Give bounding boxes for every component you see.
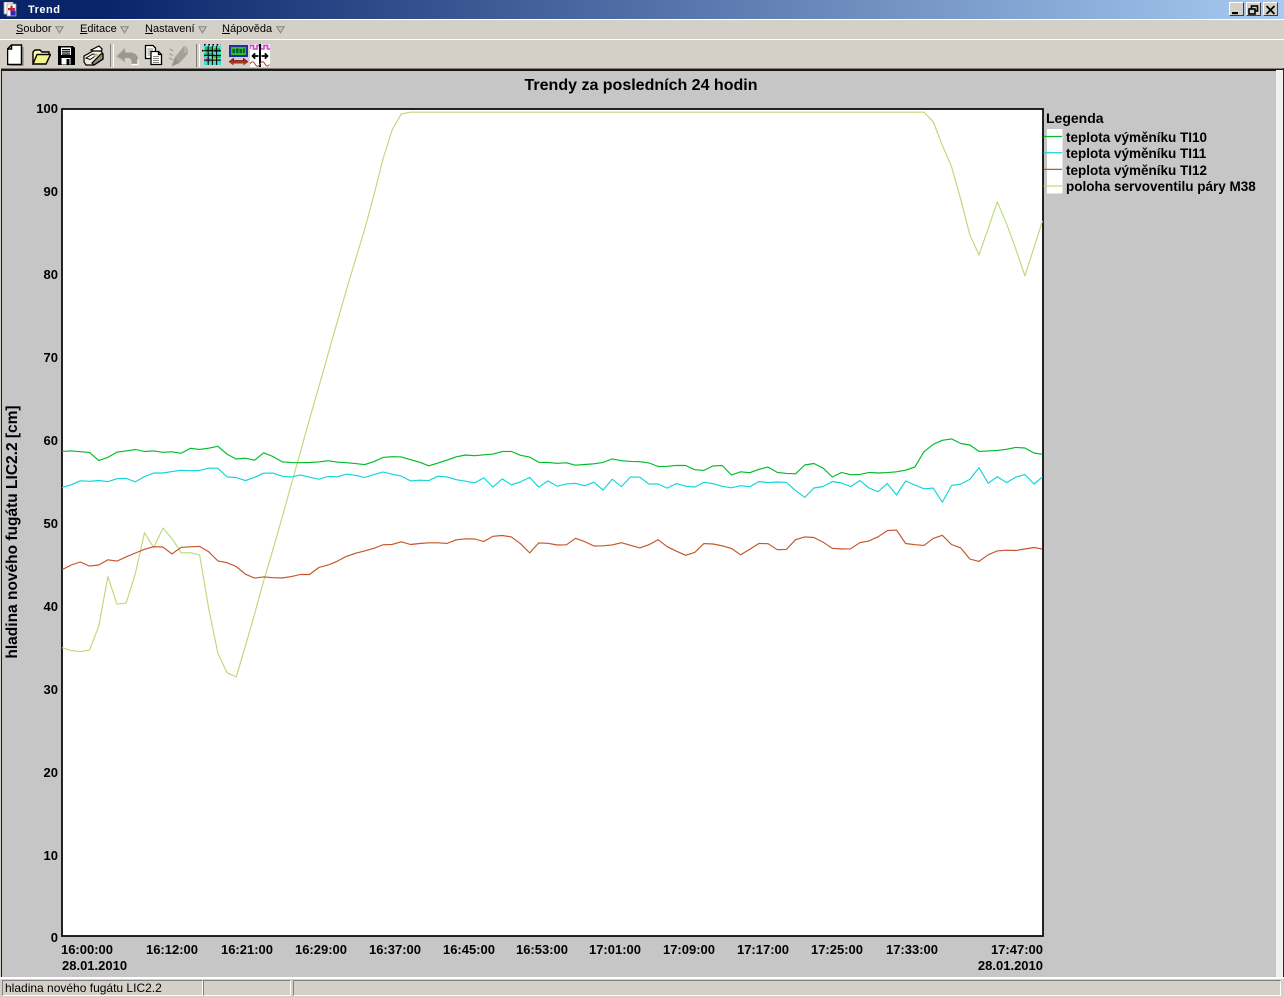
svg-text:poloha servoventilu páry M38: poloha servoventilu páry M38 (1066, 179, 1256, 194)
svg-text:17:01:00: 17:01:00 (589, 942, 641, 957)
svg-text:teplota výměníku TI10: teplota výměníku TI10 (1066, 130, 1207, 145)
svg-text:teplota výměníku TI12: teplota výměníku TI12 (1066, 163, 1207, 178)
svg-text:16:12:00: 16:12:00 (146, 942, 198, 957)
svg-text:50: 50 (44, 516, 58, 531)
svg-text:hladina nového fugátu LIC2.2 [: hladina nového fugátu LIC2.2 [cm] (4, 405, 21, 658)
svg-text:100: 100 (36, 101, 58, 116)
svg-text:Legenda: Legenda (1046, 110, 1104, 126)
svg-text:17:47:00: 17:47:00 (991, 942, 1043, 957)
svg-text:17:25:00: 17:25:00 (811, 942, 863, 957)
svg-text:0: 0 (51, 930, 58, 945)
svg-text:16:37:00: 16:37:00 (369, 942, 421, 957)
svg-text:20: 20 (44, 765, 58, 780)
svg-text:17:09:00: 17:09:00 (663, 942, 715, 957)
svg-text:30: 30 (44, 682, 58, 697)
svg-text:90: 90 (44, 184, 58, 199)
svg-text:16:21:00: 16:21:00 (221, 942, 273, 957)
svg-text:16:45:00: 16:45:00 (443, 942, 495, 957)
svg-text:70: 70 (44, 350, 58, 365)
svg-text:28.01.2010: 28.01.2010 (978, 958, 1043, 973)
svg-text:40: 40 (44, 599, 58, 614)
svg-text:10: 10 (44, 848, 58, 863)
svg-text:80: 80 (44, 267, 58, 282)
svg-text:teplota výměníku TI11: teplota výměníku TI11 (1066, 146, 1207, 161)
svg-text:28.01.2010: 28.01.2010 (62, 958, 127, 973)
svg-text:Trendy za posledních 24 hodin: Trendy za posledních 24 hodin (525, 77, 758, 94)
svg-text:17:33:00: 17:33:00 (886, 942, 938, 957)
svg-text:16:29:00: 16:29:00 (295, 942, 347, 957)
svg-text:17:17:00: 17:17:00 (737, 942, 789, 957)
svg-text:16:00:00: 16:00:00 (61, 942, 113, 957)
svg-text:60: 60 (44, 433, 58, 448)
svg-text:16:53:00: 16:53:00 (516, 942, 568, 957)
